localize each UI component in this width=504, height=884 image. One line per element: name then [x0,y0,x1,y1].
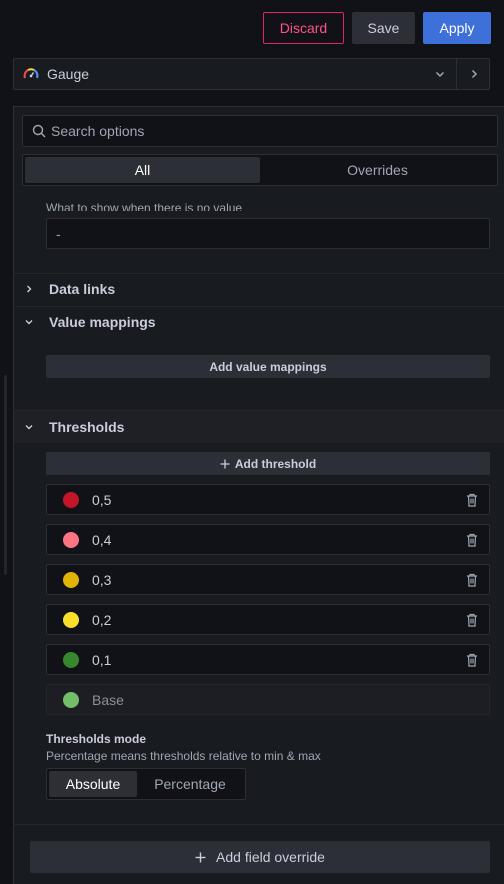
gauge-icon [23,68,39,79]
threshold-row: 0,2 [46,604,490,635]
section-title: Value mappings [49,314,156,330]
trash-icon[interactable] [464,572,480,588]
trash-icon[interactable] [464,532,480,548]
save-button[interactable]: Save [352,12,415,44]
plus-icon [220,459,230,468]
threshold-row: 0,3 [46,564,490,595]
tab-overrides[interactable]: Overrides [260,157,495,183]
search-options-field[interactable] [22,115,498,147]
threshold-color-picker[interactable] [63,531,79,548]
section-title: Data links [49,281,116,297]
threshold-color-picker[interactable] [63,491,79,508]
chevron-down-icon[interactable] [432,66,448,82]
threshold-base-label: Base [92,691,124,708]
threshold-color-picker[interactable] [63,651,79,668]
button-label: Add field override [216,849,325,865]
thresholds-mode-description: Percentage means thresholds relative to … [46,749,321,763]
trash-icon[interactable] [464,612,480,628]
mode-percentage-option[interactable]: Percentage [137,771,243,797]
plus-icon [195,852,206,862]
chevron-right-icon [27,285,32,293]
search-icon [32,124,46,138]
threshold-color-picker[interactable] [63,611,79,628]
add-value-mappings-button[interactable]: Add value mappings [46,355,490,378]
no-value-description: What to show when there is no value [46,201,243,211]
button-label: Add threshold [234,456,317,471]
picker-divider [456,59,457,89]
threshold-row-base: Base [46,684,490,715]
apply-button[interactable]: Apply [423,12,491,44]
threshold-value-input[interactable]: 0,2 [92,612,111,628]
chevron-down-icon [25,425,33,430]
thresholds-mode-selector: Absolute Percentage [46,768,246,800]
no-value-input[interactable]: - [46,218,490,249]
trash-icon[interactable] [464,492,480,508]
search-options-input[interactable] [51,123,471,139]
threshold-row: 0,4 [46,524,490,555]
scrollbar[interactable] [4,375,7,575]
threshold-value-input[interactable]: 0,4 [92,532,111,548]
add-threshold-button[interactable]: Add threshold [46,452,490,475]
chevron-down-icon [25,320,33,325]
threshold-color-picker[interactable] [63,571,79,588]
section-title: Thresholds [49,419,125,435]
add-field-override-button[interactable]: Add field override [30,841,490,873]
section-divider [13,824,504,825]
section-thresholds[interactable]: Thresholds [14,411,504,443]
threshold-color-picker[interactable] [63,691,79,708]
mode-absolute-option[interactable]: Absolute [49,771,137,797]
tab-all[interactable]: All [25,157,260,183]
section-data-links[interactable]: Data links [14,273,504,305]
threshold-value-input[interactable]: 0,3 [92,572,111,588]
chevron-right-icon[interactable] [466,66,482,82]
visualization-name: Gauge [47,66,90,82]
threshold-row: 0,5 [46,484,490,515]
thresholds-mode-title: Thresholds mode [46,732,147,746]
discard-button[interactable]: Discard [263,12,344,44]
section-value-mappings[interactable]: Value mappings [14,306,504,338]
options-filter-tabs: All Overrides [22,154,498,186]
visualization-picker[interactable]: Gauge [13,58,490,90]
threshold-value-input[interactable]: 0,1 [92,652,111,668]
threshold-value-input[interactable]: 0,5 [92,492,111,508]
trash-icon[interactable] [464,652,480,668]
threshold-row: 0,1 [46,644,490,675]
button-label: Add value mappings [209,359,327,374]
